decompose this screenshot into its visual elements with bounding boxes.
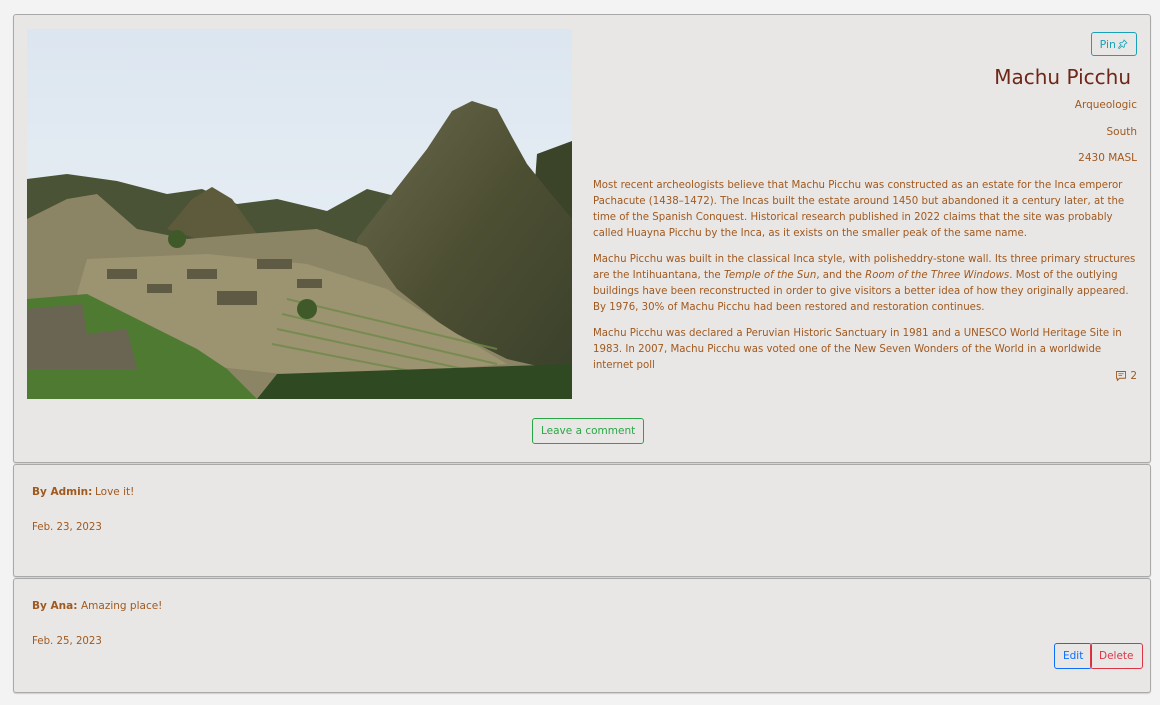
place-region: South — [1106, 126, 1137, 138]
post-card: Pin Machu Picchu Arqueologic South 2430 … — [13, 14, 1151, 463]
delete-comment-button[interactable]: Delete — [1090, 643, 1143, 669]
pin-label: Pin — [1099, 37, 1116, 51]
comment-text: Amazing place! — [81, 600, 163, 612]
place-category: Arqueologic — [1074, 99, 1137, 111]
comment-count-value: 2 — [1130, 370, 1137, 382]
comment-date: Feb. 25, 2023 — [32, 636, 102, 647]
description-paragraph-1: Most recent archeologists believe that M… — [593, 180, 1125, 239]
place-description: Most recent archeologists believe that M… — [593, 178, 1142, 384]
machu-picchu-photo — [27, 29, 572, 399]
comment-date: Feb. 23, 2023 — [32, 522, 102, 533]
comment-author: By Ana: — [32, 600, 78, 612]
comment-card: By Ana: Amazing place! Feb. 25, 2023 Edi… — [13, 578, 1151, 693]
comment-text: Love it! — [95, 486, 135, 498]
comment-card: By Admin: Love it! Feb. 23, 2023 — [13, 464, 1151, 577]
description-emphasis: Room of the Three Windows — [865, 270, 1010, 281]
comment-author: By Admin: — [32, 486, 93, 498]
place-title: Machu Picchu — [994, 65, 1131, 89]
pin-button[interactable]: Pin — [1090, 32, 1137, 56]
leave-comment-button[interactable]: Leave a comment — [532, 418, 645, 444]
description-emphasis: Temple of the Sun — [723, 270, 817, 281]
pin-icon — [1118, 39, 1128, 49]
description-text: , and the — [816, 270, 866, 281]
description-paragraph-2: Machu Picchu was built in the classical … — [593, 252, 1142, 316]
description-paragraph-3: Machu Picchu was declared a Peruvian His… — [593, 328, 1122, 371]
comment-count: 2 — [1115, 370, 1137, 382]
place-altitude: 2430 MASL — [1078, 152, 1137, 164]
edit-comment-button[interactable]: Edit — [1054, 643, 1093, 669]
chat-square-icon — [1116, 371, 1127, 381]
